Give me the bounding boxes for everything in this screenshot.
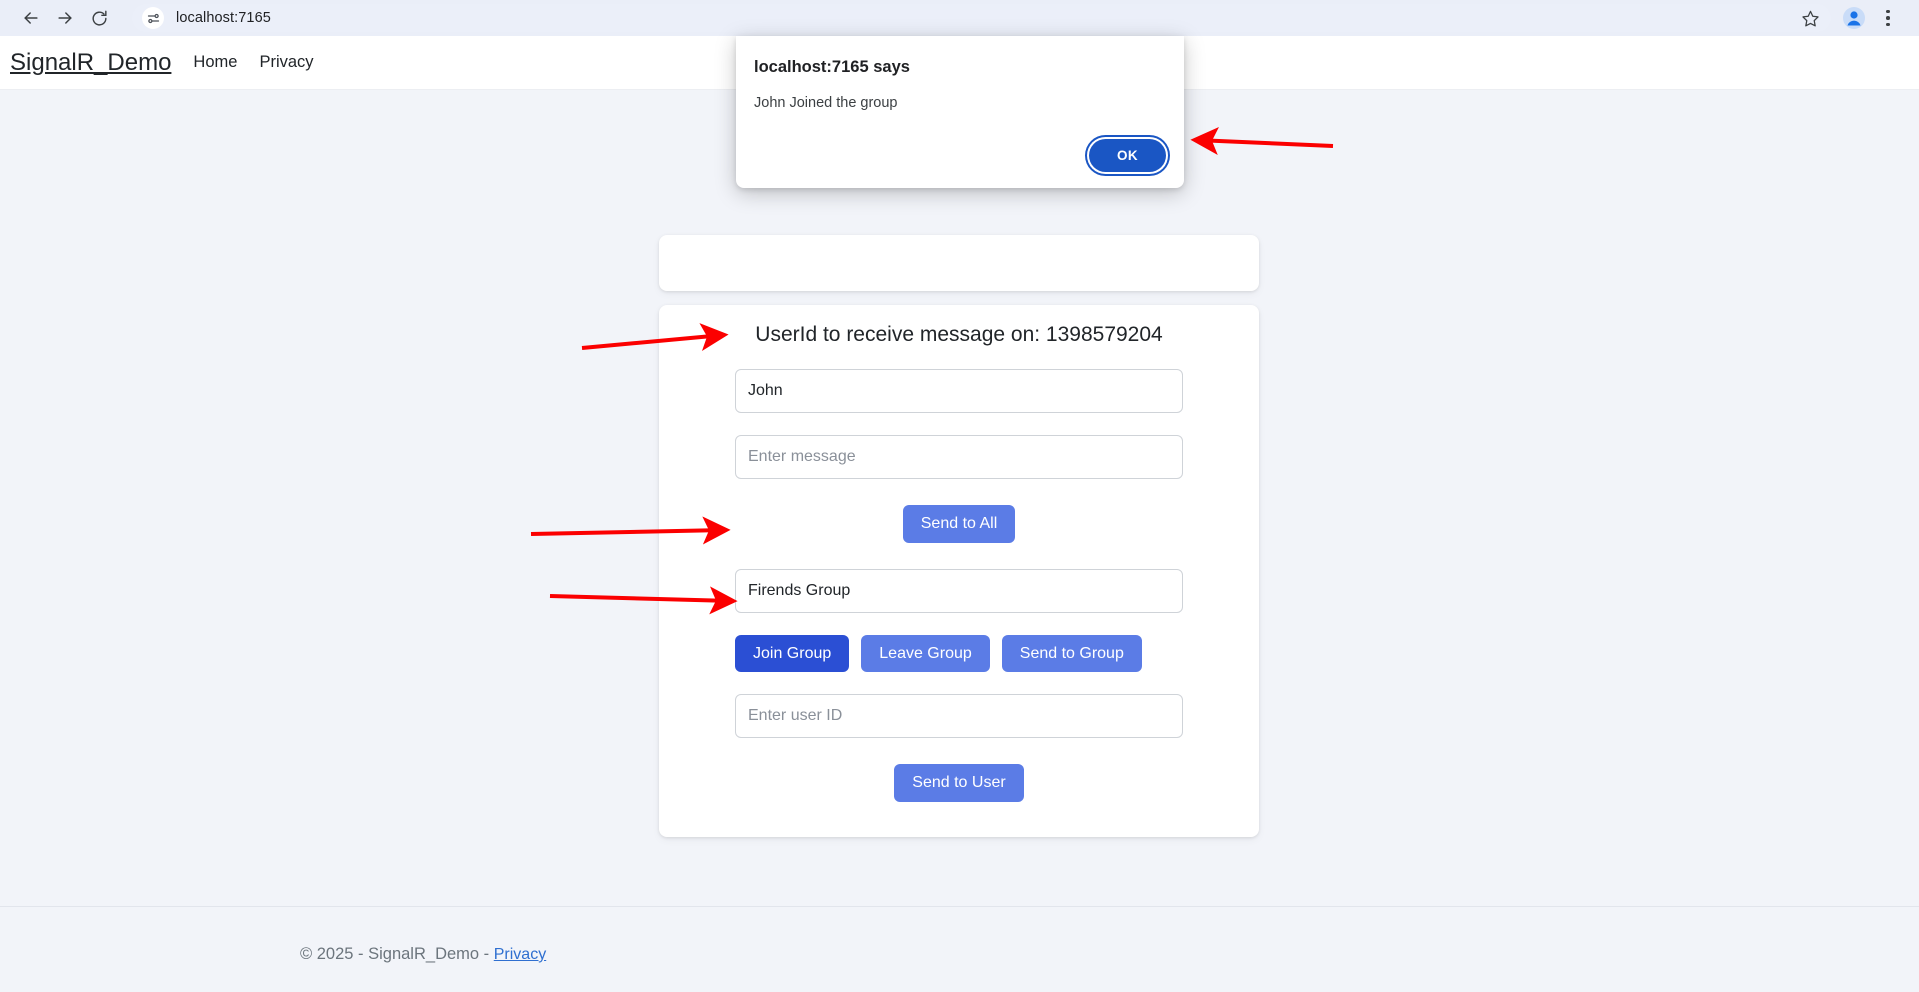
three-dot-menu-icon[interactable]	[1877, 5, 1899, 31]
leave-group-button[interactable]: Leave Group	[861, 635, 990, 673]
brand-link[interactable]: SignalR_Demo	[10, 49, 171, 77]
message-input[interactable]	[735, 435, 1183, 479]
send-to-group-button[interactable]: Send to Group	[1002, 635, 1142, 673]
messages-card	[659, 235, 1259, 291]
dialog-message: John Joined the group	[754, 95, 1166, 111]
profile-avatar-icon[interactable]	[1841, 5, 1867, 31]
browser-toolbar: localhost:7165	[0, 0, 1919, 36]
nav-links: Home Privacy	[193, 53, 313, 72]
site-settings-icon[interactable]	[142, 7, 164, 29]
address-bar-url: localhost:7165	[176, 10, 271, 26]
javascript-alert-dialog: localhost:7165 says John Joined the grou…	[736, 36, 1184, 188]
footer-copyright: © 2025 - SignalR_Demo -	[300, 945, 494, 963]
nav-link-home[interactable]: Home	[193, 53, 237, 72]
browser-right-controls	[1841, 5, 1905, 31]
footer-privacy-link[interactable]: Privacy	[494, 946, 546, 963]
dialog-title: localhost:7165 says	[754, 58, 1166, 77]
send-to-user-button[interactable]: Send to User	[894, 764, 1023, 802]
dialog-actions: OK	[1089, 139, 1166, 172]
join-group-button[interactable]: Join Group	[735, 635, 849, 673]
nav-link-privacy[interactable]: Privacy	[259, 53, 313, 72]
user-id-input[interactable]	[735, 694, 1183, 738]
page-content: UserId to receive message on: 1398579204…	[0, 90, 1919, 952]
forward-arrow-icon[interactable]	[48, 1, 82, 35]
send-to-all-button[interactable]: Send to All	[903, 505, 1016, 543]
signalr-controls-card: UserId to receive message on: 1398579204…	[659, 305, 1259, 837]
group-actions-row: Join Group Leave Group Send to Group	[735, 635, 1183, 673]
reload-icon[interactable]	[82, 1, 116, 35]
user-name-input[interactable]	[735, 369, 1183, 413]
back-arrow-icon[interactable]	[14, 1, 48, 35]
page-title: UserId to receive message on: 1398579204	[755, 323, 1162, 347]
site-footer: © 2025 - SignalR_Demo - Privacy	[0, 906, 1919, 992]
address-bar[interactable]: localhost:7165	[132, 4, 1831, 32]
dialog-ok-button[interactable]: OK	[1089, 139, 1166, 172]
group-name-input[interactable]	[735, 569, 1183, 613]
star-icon[interactable]	[1799, 7, 1821, 29]
